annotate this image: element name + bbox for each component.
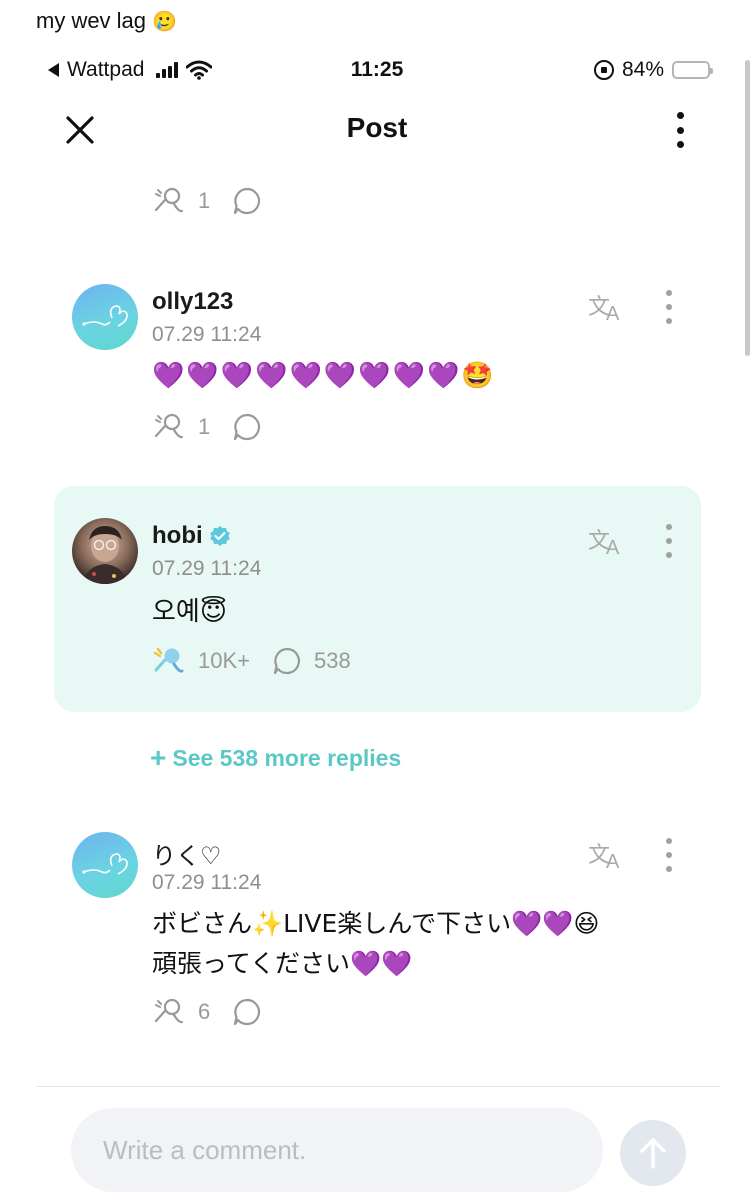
like-count: 10K+ bbox=[198, 648, 250, 673]
send-button[interactable] bbox=[620, 1120, 686, 1186]
lightstick-like-icon[interactable] bbox=[152, 186, 186, 216]
comment-icon[interactable] bbox=[232, 186, 262, 216]
timestamp: 07.29 11:24 bbox=[152, 871, 262, 894]
dot-icon bbox=[676, 126, 684, 134]
lightstick-liked-icon[interactable] bbox=[152, 646, 186, 676]
comment-input-wrapper bbox=[71, 1108, 603, 1192]
scrollbar[interactable] bbox=[745, 60, 750, 356]
battery-percent: 84% bbox=[621, 58, 664, 81]
like-count: 6 bbox=[198, 999, 211, 1024]
plus-icon: + bbox=[150, 742, 167, 773]
comment-more-button[interactable] bbox=[660, 838, 678, 872]
arrow-up-icon bbox=[640, 1138, 666, 1169]
comment-body: ボビさん✨LIVE楽しんで下さい💜💜😆 頑張ってください💜💜 bbox=[152, 900, 599, 988]
caption-text: my wev lag bbox=[36, 8, 147, 33]
like-count: 1 bbox=[198, 188, 211, 213]
comment-body: 💜💜💜💜💜💜💜💜💜🤩 bbox=[152, 361, 496, 391]
comment-more-button[interactable] bbox=[660, 290, 678, 324]
previous-comment-actions: 1 bbox=[152, 186, 262, 216]
username[interactable]: りく♡ bbox=[152, 836, 222, 871]
svg-text:A: A bbox=[606, 537, 620, 558]
comment-actions: 10K+ 538 bbox=[152, 646, 351, 676]
username-text: olly123 bbox=[152, 288, 234, 315]
comment-more-button[interactable] bbox=[660, 524, 678, 558]
profile-photo-icon bbox=[82, 526, 128, 584]
svg-text:A: A bbox=[606, 303, 620, 324]
timestamp: 07.29 11:24 bbox=[152, 557, 262, 580]
comment-input[interactable] bbox=[71, 1108, 603, 1192]
username[interactable]: olly123 bbox=[152, 288, 233, 316]
see-more-label: See 538 more replies bbox=[172, 744, 402, 771]
like-count: 1 bbox=[198, 414, 211, 439]
page-title: Post bbox=[346, 112, 408, 143]
status-bar: Wattpad 11:25 84% bbox=[0, 56, 754, 88]
translate-icon[interactable]: 文 A bbox=[588, 524, 626, 558]
caption: my wev lag 🥲 bbox=[36, 8, 177, 34]
avatar[interactable] bbox=[72, 832, 138, 898]
see-more-replies-link[interactable]: + See 538 more replies bbox=[150, 744, 401, 772]
orientation-lock-icon bbox=[593, 60, 614, 80]
avatar[interactable] bbox=[72, 284, 138, 350]
battery-icon bbox=[672, 61, 713, 79]
verified-badge-icon bbox=[209, 526, 230, 546]
timestamp: 07.29 11:24 bbox=[152, 323, 262, 346]
comment-icon[interactable] bbox=[272, 646, 302, 676]
avatar[interactable] bbox=[72, 518, 138, 584]
lightstick-like-icon[interactable] bbox=[152, 412, 186, 442]
username[interactable]: hobi bbox=[152, 522, 231, 550]
comment-icon[interactable] bbox=[232, 997, 262, 1027]
comment-actions: 6 bbox=[152, 997, 262, 1027]
reply-count: 538 bbox=[314, 648, 351, 673]
comment-body: 오예😇 bbox=[152, 596, 227, 626]
translate-icon[interactable]: 文 A bbox=[588, 290, 626, 324]
weverse-logo-icon bbox=[82, 853, 128, 875]
username-text: hobi bbox=[152, 522, 203, 549]
nav-bar: Post bbox=[0, 100, 754, 160]
svg-text:A: A bbox=[606, 851, 620, 872]
more-options-button[interactable] bbox=[668, 110, 692, 150]
translate-icon[interactable]: 文 A bbox=[588, 838, 626, 872]
dot-icon bbox=[676, 112, 684, 119]
divider bbox=[36, 1086, 720, 1087]
lightstick-like-icon[interactable] bbox=[152, 997, 186, 1027]
username-text: りく♡ bbox=[152, 842, 222, 870]
dot-icon bbox=[676, 141, 684, 148]
caption-emoji: 🥲 bbox=[152, 9, 177, 33]
comment-actions: 1 bbox=[152, 412, 262, 442]
weverse-logo-icon bbox=[82, 305, 128, 327]
status-right: 84% bbox=[593, 58, 713, 82]
comment-icon[interactable] bbox=[232, 412, 262, 442]
